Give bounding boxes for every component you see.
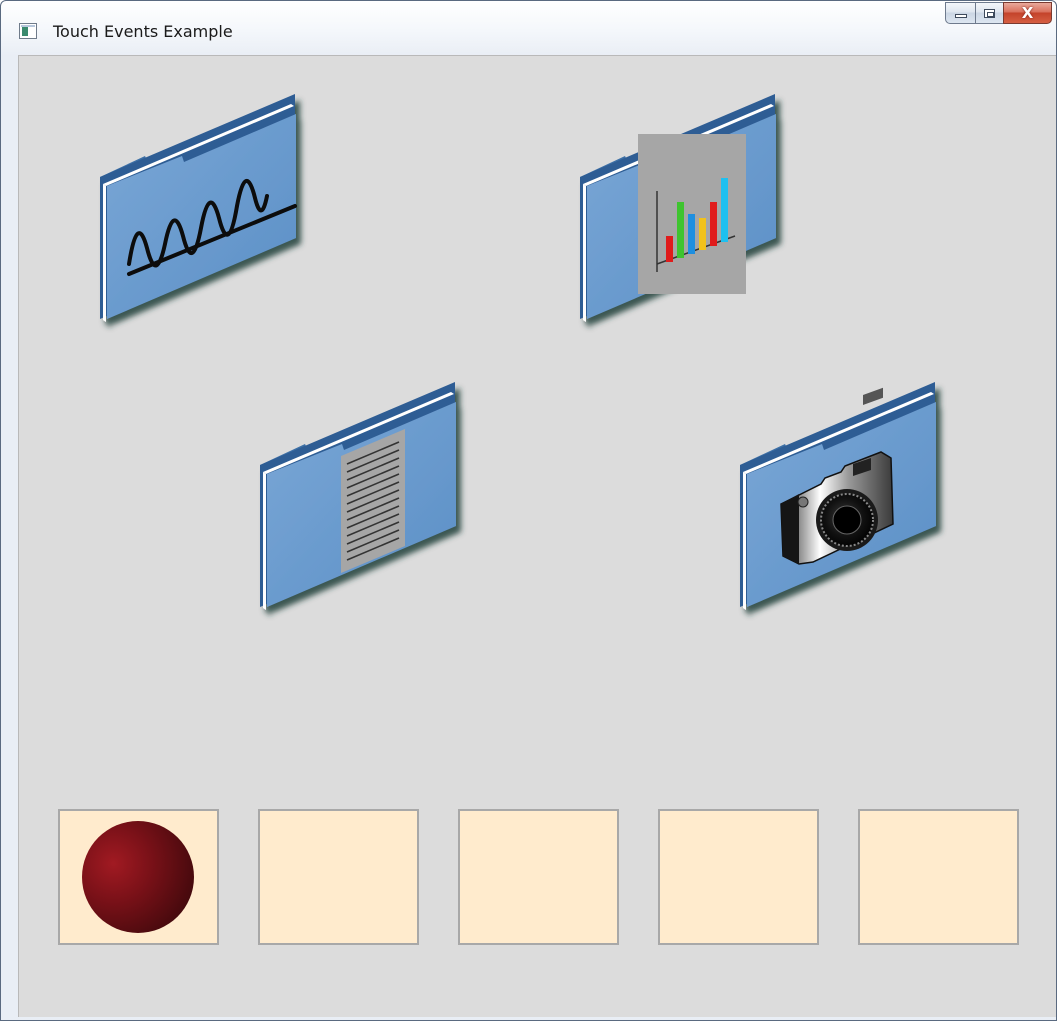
drop-slot-3[interactable] (458, 809, 619, 945)
window-title: Touch Events Example (53, 22, 233, 41)
document-folder[interactable] (243, 374, 483, 634)
bar-chart-icon (638, 134, 746, 294)
close-button[interactable]: X (1003, 2, 1052, 24)
red-ball[interactable] (82, 821, 194, 933)
close-icon: X (1021, 3, 1034, 22)
minimize-button[interactable] (945, 2, 975, 24)
app-window-icon[interactable] (19, 23, 37, 39)
minimize-icon (954, 14, 967, 18)
chart-folder[interactable] (563, 86, 803, 346)
drop-slot-2[interactable] (258, 809, 419, 945)
camera-folder[interactable] (723, 374, 963, 634)
maximize-icon (984, 8, 995, 18)
caption-buttons: X (945, 2, 1052, 24)
maximize-button[interactable] (975, 2, 1003, 24)
waveform-folder[interactable] (83, 86, 323, 346)
drop-slot-5[interactable] (858, 809, 1019, 945)
drop-slot-4[interactable] (658, 809, 819, 945)
drop-slot-1[interactable] (58, 809, 219, 945)
app-window: Touch Events Example X (0, 0, 1057, 1021)
title-bar[interactable]: Touch Events Example X (1, 1, 1056, 55)
client-area (18, 55, 1056, 1017)
